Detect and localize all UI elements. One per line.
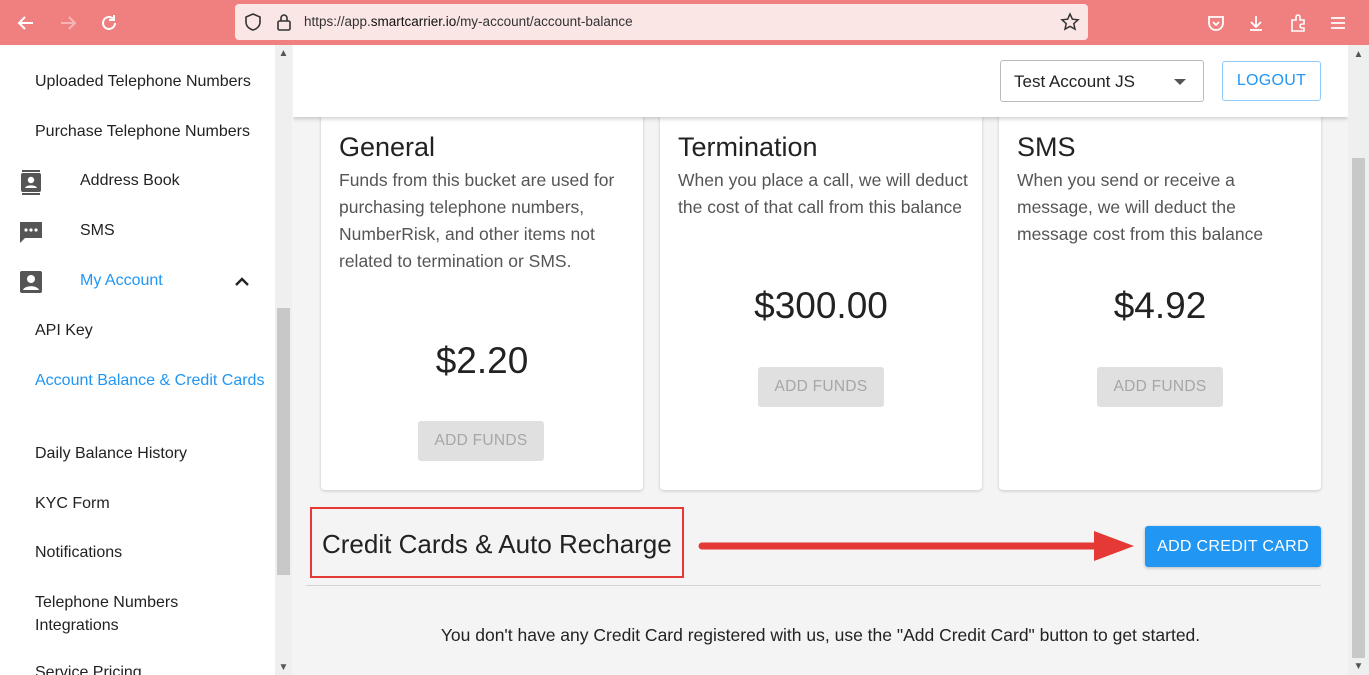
credit-cards-title: Credit Cards & Auto Recharge xyxy=(322,529,672,559)
sidebar-item-notifications[interactable]: Notifications xyxy=(35,541,265,564)
empty-credit-card-message: You don't have any Credit Card registere… xyxy=(440,625,1201,645)
sidebar-item-address-book[interactable]: Address Book xyxy=(0,169,275,195)
account-select-value: Test Account JS xyxy=(1014,72,1135,91)
sidebar-item-service-pricing[interactable]: Service Pricing xyxy=(35,661,265,675)
logout-button[interactable]: LOGOUT xyxy=(1222,61,1321,101)
account-select[interactable]: Test Account JS xyxy=(1000,60,1204,102)
balance-card-termination: Termination When you place a call, we wi… xyxy=(660,105,982,490)
main-content: Test Account JS LOGOUT General Funds fro… xyxy=(293,45,1348,675)
back-arrow-icon[interactable] xyxy=(14,11,38,35)
lock-icon[interactable] xyxy=(274,12,294,32)
browser-toolbar: https://app.smartcarrier.io/my-account/a… xyxy=(0,0,1369,45)
add-credit-card-button[interactable]: ADD CREDIT CARD xyxy=(1145,526,1321,567)
card-amount: $2.20 xyxy=(435,340,529,381)
sidebar-item-api-key[interactable]: API Key xyxy=(35,319,265,342)
dropdown-caret-icon xyxy=(1174,79,1186,85)
balance-card-general: General Funds from this bucket are used … xyxy=(321,105,643,490)
add-funds-button[interactable]: ADD FUNDS xyxy=(1097,367,1223,407)
sidebar-item-label: SMS xyxy=(80,222,115,239)
app-header: Test Account JS LOGOUT xyxy=(293,45,1348,117)
sidebar-scroll-thumb[interactable] xyxy=(277,308,290,575)
extensions-icon[interactable] xyxy=(1286,11,1310,35)
contact-card-icon xyxy=(18,169,44,195)
card-description: Funds from this bucket are used for purc… xyxy=(339,170,615,271)
pocket-icon[interactable] xyxy=(1204,11,1228,35)
sidebar-item-purchase-numbers[interactable]: Purchase Telephone Numbers xyxy=(35,120,265,143)
card-amount: $300.00 xyxy=(754,285,888,326)
chat-bubble-icon xyxy=(18,219,44,245)
scroll-down-icon[interactable]: ▼ xyxy=(278,662,289,673)
forward-arrow-icon[interactable] xyxy=(56,11,80,35)
sidebar: Uploaded Telephone Numbers Purchase Tele… xyxy=(0,45,275,675)
account-box-icon xyxy=(18,269,44,295)
reload-icon[interactable] xyxy=(97,11,121,35)
sidebar-item-account-balance[interactable]: Account Balance & Credit Cards xyxy=(35,369,265,392)
bookmark-star-icon[interactable] xyxy=(1060,12,1080,32)
download-icon[interactable] xyxy=(1244,11,1268,35)
menu-icon[interactable] xyxy=(1326,11,1350,35)
card-title: Termination xyxy=(678,132,818,162)
card-title: General xyxy=(339,132,436,162)
sidebar-item-daily-balance-history[interactable]: Daily Balance History xyxy=(35,442,265,465)
card-description: When you send or receive a message, we w… xyxy=(1017,170,1264,244)
url-text: https://app.smartcarrier.io/my-account/a… xyxy=(304,14,633,29)
annotation-arrow xyxy=(698,531,1134,561)
sidebar-item-label: Address Book xyxy=(80,172,180,189)
card-description: When you place a call, we will deduct th… xyxy=(678,170,968,217)
scroll-down-icon[interactable]: ▼ xyxy=(1353,661,1364,672)
add-funds-button[interactable]: ADD FUNDS xyxy=(418,421,544,461)
shield-icon[interactable] xyxy=(243,12,263,32)
scroll-up-icon[interactable]: ▲ xyxy=(1353,49,1364,60)
sidebar-item-kyc-form[interactable]: KYC Form xyxy=(35,492,265,515)
sidebar-item-uploaded-numbers[interactable]: Uploaded Telephone Numbers xyxy=(35,70,265,93)
chevron-up-icon[interactable] xyxy=(232,272,252,297)
section-divider xyxy=(306,585,1321,586)
main-scrollbar[interactable]: ▲ ▼ xyxy=(1348,45,1369,675)
address-bar[interactable]: https://app.smartcarrier.io/my-account/a… xyxy=(235,4,1088,40)
main-scroll-thumb[interactable] xyxy=(1352,158,1365,658)
sidebar-item-telephone-integrations[interactable]: Telephone Numbers Integrations xyxy=(35,591,265,637)
url-prefix: https://app. xyxy=(304,14,371,29)
url-domain: smartcarrier.io xyxy=(370,14,457,29)
card-amount: $4.92 xyxy=(1113,285,1207,326)
sidebar-item-my-account[interactable]: My Account xyxy=(0,269,275,295)
add-funds-button[interactable]: ADD FUNDS xyxy=(758,367,884,407)
scroll-up-icon[interactable]: ▲ xyxy=(278,48,289,59)
sidebar-item-sms[interactable]: SMS xyxy=(0,219,275,245)
credit-cards-highlight: Credit Cards & Auto Recharge xyxy=(310,507,684,578)
url-path: /my-account/account-balance xyxy=(456,14,633,29)
card-title: SMS xyxy=(1017,132,1076,162)
sidebar-scrollbar[interactable]: ▲ ▼ xyxy=(275,45,292,675)
balance-card-sms: SMS When you send or receive a message, … xyxy=(999,105,1321,490)
